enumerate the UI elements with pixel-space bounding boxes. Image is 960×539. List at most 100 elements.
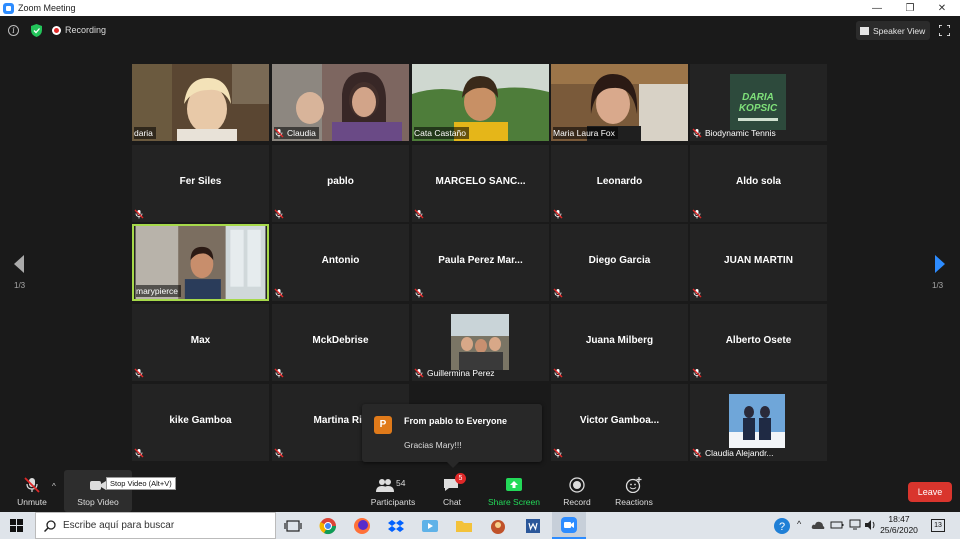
participant-display-name: Juana Milberg — [585, 335, 654, 346]
speaker-view-label: Speaker View — [873, 25, 926, 36]
unmute-button[interactable]: Unmute — [14, 470, 50, 512]
participant-display-name: kike Gamboa — [169, 415, 232, 426]
game-app-icon[interactable] — [488, 516, 508, 536]
participant-display-name: Victor Gamboa... — [579, 415, 660, 426]
participant-tile[interactable]: Leonardo — [551, 145, 688, 222]
windows-start-icon[interactable] — [10, 519, 23, 532]
record-label: Record — [563, 497, 591, 507]
participant-name-label: Cata Castaño — [414, 127, 469, 139]
participant-display-name: Paula Perez Mar... — [438, 255, 523, 266]
volume-icon[interactable] — [864, 519, 878, 531]
dropbox-icon[interactable] — [386, 516, 406, 536]
next-page-icon[interactable] — [933, 254, 947, 274]
participant-tile[interactable]: kike Gamboa — [132, 384, 269, 461]
share-screen-button[interactable]: Share Screen — [486, 470, 542, 512]
participant-name-label — [692, 287, 705, 299]
participant-tile[interactable]: Max — [132, 304, 269, 381]
search-placeholder: Escribe aquí para buscar — [63, 520, 175, 531]
participant-tile[interactable]: Antonio — [272, 224, 409, 301]
zoom-taskbar-button[interactable] — [552, 512, 586, 539]
participant-tile[interactable]: pablo — [272, 145, 409, 222]
participant-name-label: Maria Laura Fox — [553, 127, 618, 139]
participant-tile[interactable]: Fer Siles — [132, 145, 269, 222]
participant-tile[interactable]: Claudia — [272, 64, 409, 141]
participant-tile[interactable]: marypierce — [132, 224, 269, 301]
chat-notification-popup[interactable]: P From pablo to Everyone Gracias Mary!!! — [362, 404, 542, 468]
minimize-icon[interactable]: — — [862, 0, 892, 16]
battery-icon[interactable] — [830, 519, 844, 531]
taskbar-clock[interactable]: 18:47 25/6/2020 — [877, 514, 921, 536]
muted-mic-icon — [274, 128, 284, 138]
participant-name-label — [134, 447, 147, 459]
word-icon[interactable] — [523, 516, 543, 536]
fullscreen-icon[interactable] — [939, 25, 950, 36]
participant-tile[interactable]: MARCELO SANC... — [412, 145, 549, 222]
participant-name: Biodynamic Tennis — [705, 128, 776, 138]
participant-display-name: Fer Siles — [179, 176, 222, 187]
chat-button[interactable]: 5 Chat — [435, 470, 469, 512]
network-icon[interactable] — [848, 519, 862, 531]
clock-time: 18:47 — [888, 514, 910, 524]
participant-tile[interactable]: Claudia Alejandr... — [690, 384, 827, 461]
firefox-icon[interactable] — [352, 516, 372, 536]
leave-button[interactable]: Leave — [908, 482, 952, 502]
participant-tile[interactable]: Guillermina Perez — [412, 304, 549, 381]
file-explorer-icon[interactable] — [454, 516, 474, 536]
close-icon[interactable]: ✕ — [927, 0, 957, 16]
profile-photo — [729, 394, 785, 448]
record-icon — [569, 477, 585, 493]
participant-name-label: marypierce — [136, 285, 182, 297]
participant-name-label — [553, 447, 566, 459]
participant-tile[interactable]: MckDebrise — [272, 304, 409, 381]
muted-mic-icon — [553, 288, 563, 298]
help-icon[interactable]: ? — [773, 517, 791, 535]
participant-tile[interactable]: Paula Perez Mar... — [412, 224, 549, 301]
participant-display-name: Diego Garcia — [588, 255, 651, 266]
clock-date: 25/6/2020 — [880, 525, 918, 535]
participant-display-name: Antonio — [321, 255, 360, 266]
participant-tile[interactable]: daria — [132, 64, 269, 141]
participant-tile[interactable]: Aldo sola — [690, 145, 827, 222]
participant-tile[interactable]: Alberto Osete — [690, 304, 827, 381]
tray-chevron-up-icon[interactable]: ^ — [797, 519, 801, 529]
previous-page-icon[interactable] — [12, 254, 26, 274]
participant-display-name: Leonardo — [596, 176, 643, 187]
participant-name-label — [692, 367, 705, 379]
restore-icon[interactable]: ❐ — [895, 0, 925, 16]
notifications-icon[interactable]: 13 — [931, 519, 945, 532]
shield-icon[interactable] — [31, 24, 42, 37]
taskbar-search-input[interactable]: Escribe aquí para buscar — [35, 512, 276, 539]
participant-name-label: Claudia — [274, 127, 319, 139]
window-title: Zoom Meeting — [18, 3, 76, 13]
reactions-button[interactable]: Reactions — [612, 470, 656, 512]
speaker-view-button[interactable]: Speaker View — [856, 21, 930, 40]
participant-tile[interactable]: JUAN MARTIN — [690, 224, 827, 301]
chrome-icon[interactable] — [318, 516, 338, 536]
zoom-taskbar-icon — [561, 517, 577, 533]
muted-mic-icon — [134, 209, 144, 219]
participant-tile[interactable]: Maria Laura Fox — [551, 64, 688, 141]
participant-tile[interactable]: Diego Garcia — [551, 224, 688, 301]
participant-name-label — [274, 447, 287, 459]
muted-mic-icon — [134, 448, 144, 458]
meeting-top-bar: i Recording Speaker View — [0, 16, 960, 46]
media-player-icon[interactable] — [420, 516, 440, 536]
participant-name-label — [274, 208, 287, 220]
participant-tile[interactable]: Juana Milberg — [551, 304, 688, 381]
participant-tile[interactable]: Victor Gamboa... — [551, 384, 688, 461]
audio-options-chevron-icon[interactable]: ^ — [52, 482, 56, 491]
page-indicator-right: 1/3 — [932, 281, 944, 290]
muted-mic-icon — [274, 448, 284, 458]
participant-tile[interactable]: Cata Castaño — [412, 64, 549, 141]
info-icon[interactable]: i — [8, 25, 19, 36]
muted-mic-icon — [274, 368, 284, 378]
recording-indicator[interactable]: Recording — [52, 23, 106, 37]
task-view-icon[interactable] — [283, 516, 303, 536]
onedrive-icon[interactable] — [811, 519, 825, 531]
muted-mic-icon — [274, 288, 284, 298]
participants-icon: 54 — [376, 477, 410, 493]
stop-video-tooltip: Stop Video (Alt+V) — [106, 477, 176, 490]
participants-button[interactable]: 54 Participants — [365, 470, 421, 512]
participant-tile[interactable]: DARIA KOPSIC Biodynamic Tennis — [690, 64, 827, 141]
record-button[interactable]: Record — [559, 470, 595, 512]
